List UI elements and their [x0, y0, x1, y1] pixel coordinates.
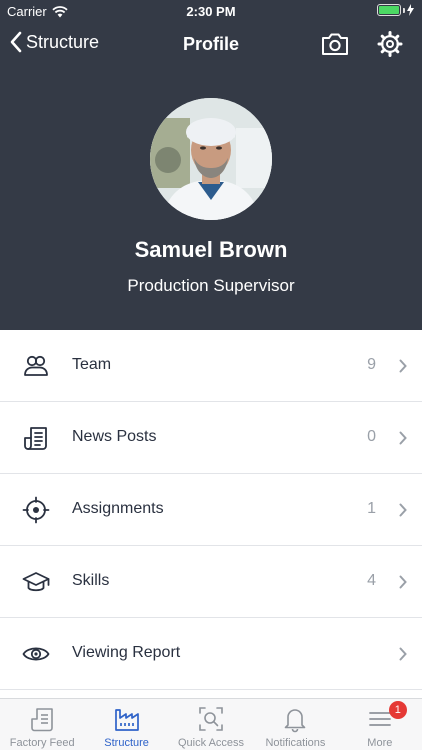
graduation-cap-icon [22, 572, 50, 592]
chevron-right-icon [399, 503, 407, 517]
menu-item-skills[interactable]: Skills 4 [0, 546, 422, 618]
tab-label: More [367, 737, 393, 749]
eye-icon [22, 647, 50, 661]
menu-item-count: 1 [367, 500, 376, 517]
tab-factory-feed[interactable]: Factory Feed [0, 699, 84, 750]
page-title: Profile [182, 34, 239, 54]
battery-fill [379, 6, 399, 14]
tab-label: Structure [104, 737, 149, 749]
menu-item-team[interactable]: Team 9 [0, 330, 422, 402]
profile-role: Production Supervisor [127, 276, 295, 295]
tab-structure[interactable]: Structure [84, 699, 168, 750]
tab-notifications[interactable]: Notifications [253, 699, 337, 750]
team-icon [24, 355, 48, 376]
menu-item-label: Viewing Report [72, 644, 181, 661]
menu-item-count: 9 [367, 356, 376, 373]
profile-name: Samuel Brown [134, 237, 288, 262]
menu-item-news-posts[interactable]: News Posts 0 [0, 402, 422, 474]
target-icon [22, 496, 50, 524]
tab-label: Notifications [265, 737, 326, 749]
profile-header: Structure Profile Samuel Brown Productio… [0, 22, 422, 330]
avatar-photo [150, 98, 272, 220]
tab-quick-access[interactable]: Quick Access [169, 699, 253, 750]
menu-item-viewing-report[interactable]: Viewing Report [0, 618, 422, 690]
menu-item-label: Team [72, 356, 112, 373]
tab-bar: Factory Feed Structure Quick Access Noti… [0, 698, 422, 750]
menu-item-count: 4 [367, 572, 376, 589]
bell-icon [285, 709, 306, 733]
navigation-bar: Structure Profile [0, 22, 422, 66]
tab-label: Quick Access [178, 737, 245, 749]
menu-item-label: Assignments [72, 500, 164, 517]
menu-item-assignments[interactable]: Assignments 1 [0, 474, 422, 546]
factory-icon [114, 709, 139, 731]
chevron-right-icon [399, 431, 407, 445]
feed-icon [31, 708, 54, 732]
news-icon [24, 427, 47, 450]
battery-icon [377, 4, 401, 16]
status-bar: Carrier 2:30 PM [0, 0, 422, 22]
tab-label: Factory Feed [9, 737, 75, 749]
battery-indicator [377, 4, 414, 16]
menu-item-label: Skills [72, 572, 110, 589]
notification-badge: 1 [388, 701, 407, 719]
avatar[interactable] [150, 98, 272, 220]
profile-menu: Team 9 News Posts 0 Assignments 1 Skills… [0, 330, 422, 690]
tab-more[interactable]: 1 More [338, 699, 422, 750]
menu-item-count: 0 [367, 428, 376, 445]
charging-icon [407, 4, 414, 16]
camera-icon[interactable] [320, 30, 350, 58]
menu-item-label: News Posts [72, 428, 157, 445]
chevron-right-icon [399, 575, 407, 589]
scan-icon [199, 707, 223, 731]
chevron-right-icon [399, 359, 407, 373]
chevron-right-icon [399, 647, 407, 661]
gear-icon[interactable] [375, 30, 405, 58]
status-time: 2:30 PM [186, 4, 236, 19]
